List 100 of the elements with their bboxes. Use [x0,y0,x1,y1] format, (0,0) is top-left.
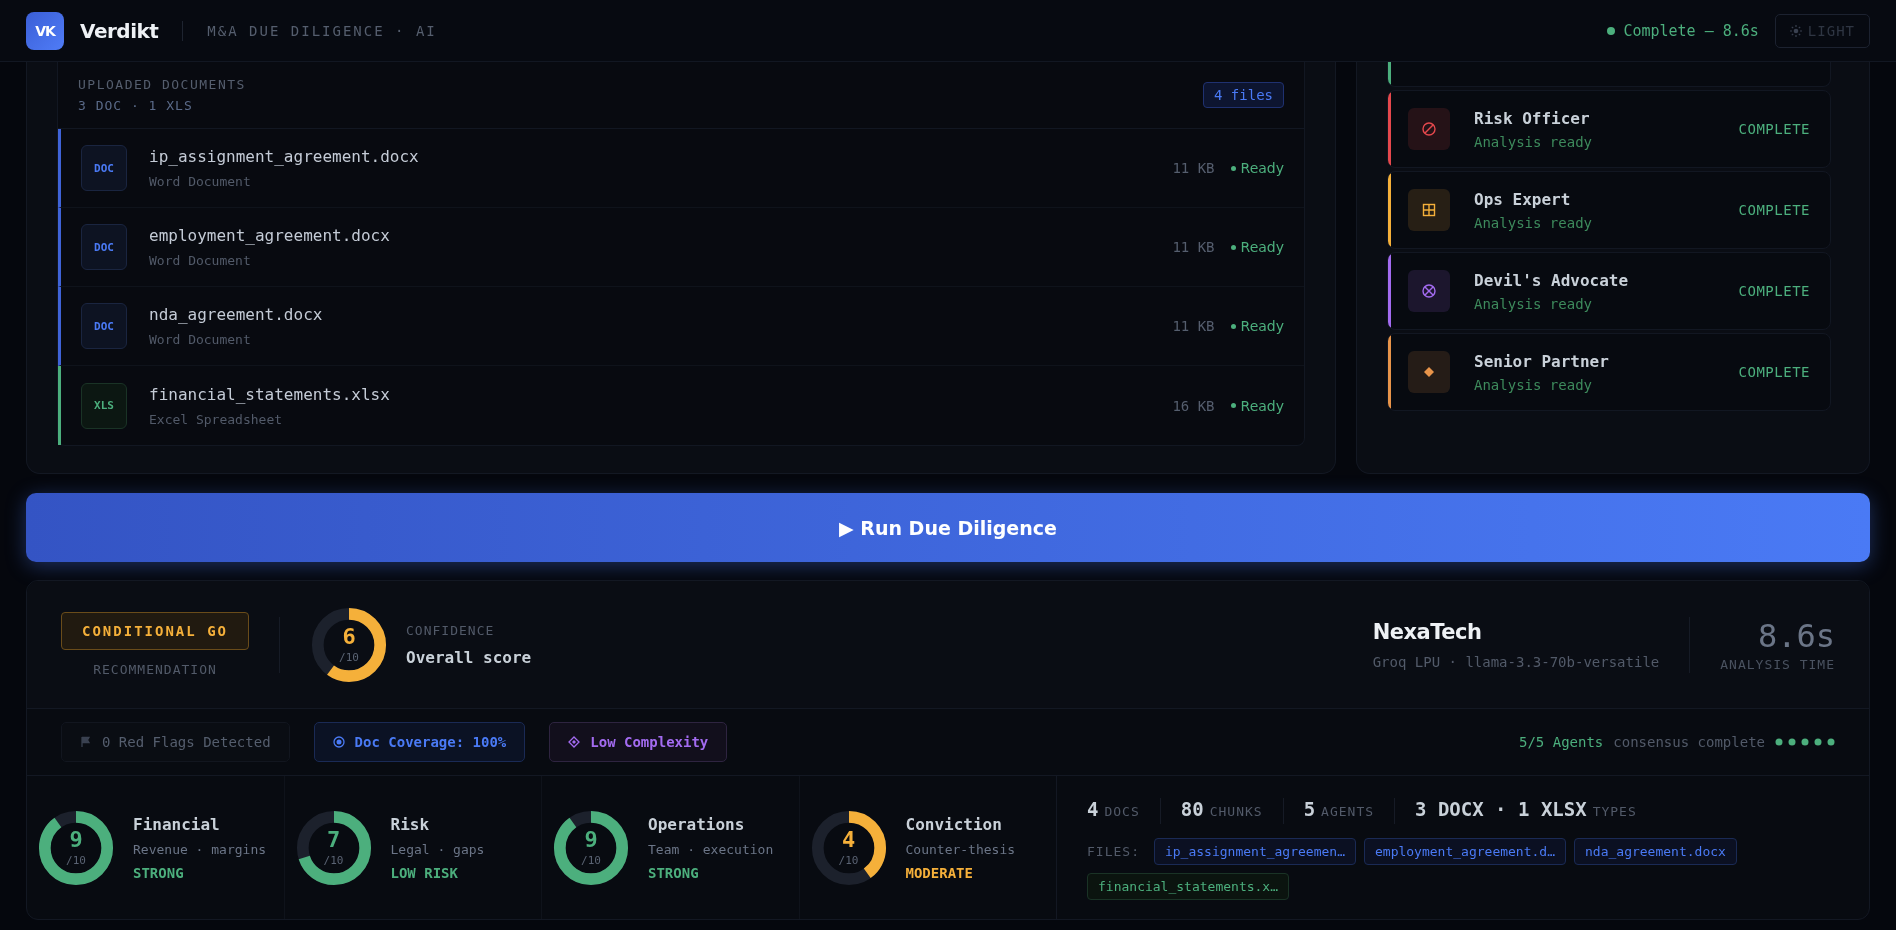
file-chip: employment_agreement.d… [1364,838,1566,865]
score-scale: /10 [838,853,859,867]
slashed-circle-icon [1421,121,1437,137]
file-type: Word Document [149,253,252,268]
score-subtitle: Revenue · margins [133,841,267,857]
file-chip: ip_assignment_agreemen… [1153,838,1356,865]
file-size: 11 KB [1172,160,1215,176]
document-row[interactable]: DOC employment_agreement.docx Word Document 11 KB Ready [58,208,1304,287]
confidence-caption: Overall score [406,647,532,667]
stat-value: 3 DOCX · 1 XLSX [1415,798,1587,820]
circled-x-icon [1421,283,1437,299]
agent-state: COMPLETE [1738,283,1810,299]
score-scale: /10 [323,853,344,867]
consensus-count: 5/5 Agents [1519,734,1604,750]
company-name: NexaTech [1372,619,1483,644]
recommendation-label: RECOMMENDATION [93,662,217,677]
ready-dot-icon [1230,244,1236,250]
score-subtitle: Counter-thesis [905,841,1016,857]
documents-summary: 3 DOC · 1 XLS [78,98,194,113]
score-name: Risk [390,814,431,834]
sun-icon [1789,24,1802,37]
files-label: FILES: [1087,844,1140,859]
agent-name: Risk Officer [1474,108,1591,128]
agent-status-note: Analysis ready [1474,214,1593,231]
ready-dot-icon [1230,165,1236,171]
confidence-label: CONFIDENCE [406,622,496,638]
score-verdict: MODERATE [905,864,974,881]
file-status: Ready [1240,318,1284,334]
brand-name: Verdikt [80,18,159,43]
agent-status-note: Analysis ready [1474,376,1593,393]
file-count-badge: 4 files [1203,82,1284,108]
consensus-text: consensus complete [1613,734,1765,750]
stat-label: TYPES [1592,804,1637,819]
diamond-icon [568,736,581,748]
file-status: Ready [1240,397,1284,414]
status-pill: Low Complexity [549,722,728,762]
file-name: ip_assignment_agreement.docx [149,147,420,166]
file-type: Excel Spreadsheet [149,411,284,427]
ready-dot-icon [1230,403,1236,408]
score-name: Financial [133,814,221,834]
document-row[interactable]: DOC nda_agreement.docx Word Document 11 KB Ready [58,287,1304,366]
status-dot-icon [1607,26,1616,35]
file-type: Word Document [149,174,252,189]
score-value: 9 [584,828,598,851]
score-verdict: STRONG [133,864,185,881]
file-status: Ready [1240,239,1284,255]
run-button[interactable]: ▶ Run Due Diligence [26,493,1870,562]
agent-name: Senior Partner [1474,351,1610,371]
file-chip: financial_statements.x… [1087,873,1289,900]
file-status: Ready [1240,160,1284,176]
score-subtitle: Team · execution [648,841,774,857]
file-size: 16 KB [1172,397,1215,414]
agent-state: COMPLETE [1738,202,1810,218]
score-scale: /10 [339,650,359,664]
stat-label: AGENTS [1321,804,1375,819]
score-subtitle: Legal · gaps [390,841,485,857]
score-value: 6 [342,625,356,648]
file-name: financial_statements.xlsx [149,384,391,404]
recommendation-badge: CONDITIONAL GO [61,612,249,650]
file-name: nda_agreement.docx [149,305,324,324]
file-type-badge: DOC [81,145,127,191]
analysis-time: 8.6s [1757,617,1835,655]
score-value: 7 [326,828,341,851]
agent-status-note: Analysis ready [1474,133,1593,150]
tagline: M&A DUE DILIGENCE · AI [207,22,437,39]
ready-dot-icon [1230,323,1236,329]
score-value: 9 [69,828,83,851]
file-chip: nda_agreement.docx [1574,838,1737,865]
score-verdict: STRONG [648,864,700,881]
score-name: Conviction [905,814,1003,834]
flag-icon [80,736,92,748]
agent-name: Devil's Advocate [1474,270,1630,290]
document-row[interactable]: DOC ip_assignment_agreement.docx Word Document 11 KB Ready [58,129,1304,208]
file-type: Word Document [149,332,252,347]
logo: VK [26,11,64,50]
stat-value: 5 [1303,798,1316,820]
score-value: 4 [841,828,856,851]
file-type-badge: DOC [81,224,127,270]
score-scale: /10 [66,853,86,867]
file-type-badge: DOC [81,303,127,349]
status-text: Complete — 8.6s [1623,21,1759,40]
agent-state: COMPLETE [1738,121,1810,137]
progress-dots-icon [1775,738,1835,746]
status-pill: Doc Coverage: 100% [313,722,526,762]
agent-name: Ops Expert [1474,189,1572,209]
status-pill: 0 Red Flags Detected [61,722,290,762]
agent-status-note: Analysis ready [1474,295,1593,312]
target-icon [332,736,345,748]
score-scale: /10 [581,853,601,867]
stat-value: 4 [1087,798,1099,820]
documents-title: UPLOADED DOCUMENTS [78,77,247,92]
document-row[interactable]: XLS financial_statements.xlsx Excel Spreadsheet 16 KB Ready [58,366,1304,445]
agent-state: COMPLETE [1738,364,1810,380]
stat-value: 80 [1180,798,1204,820]
score-name: Operations [648,814,746,834]
file-type-badge: XLS [81,382,127,429]
file-size: 11 KB [1172,239,1215,255]
file-size: 11 KB [1172,318,1215,334]
stat-label: CHUNKS [1209,804,1263,819]
analysis-time-label: ANALYSIS TIME [1720,657,1835,672]
